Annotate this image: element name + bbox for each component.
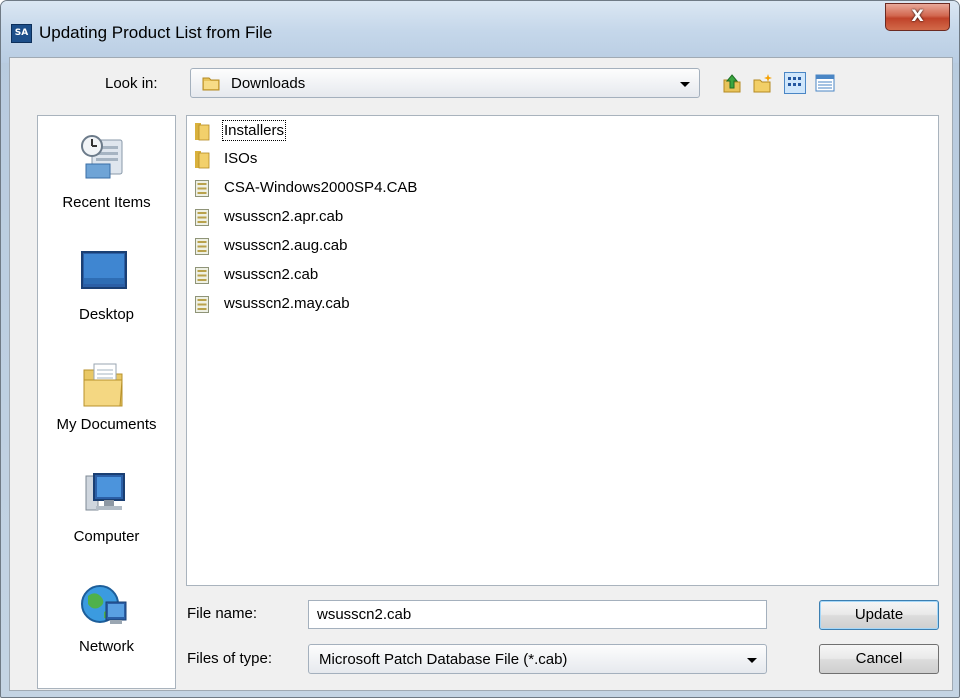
file-type-dropdown[interactable]: Microsoft Patch Database File (*.cab) — [308, 644, 767, 674]
file-name: wsusscn2.may.cab — [224, 295, 350, 312]
file-name: wsusscn2.aug.cab — [224, 237, 348, 254]
cancel-button[interactable]: Cancel — [819, 644, 939, 674]
file-name-input[interactable]: wsusscn2.cab — [308, 600, 767, 629]
file-name: wsusscn2.apr.cab — [224, 208, 344, 225]
network-icon — [81, 585, 127, 624]
details-view-icon[interactable] — [814, 72, 836, 94]
cab-file-icon — [195, 209, 209, 226]
file-name: Installers — [221, 120, 287, 141]
chevron-down-icon[interactable] — [680, 82, 690, 87]
file-type-value: Microsoft Patch Database File (*.cab) — [319, 651, 568, 668]
update-button[interactable]: Update — [819, 600, 939, 630]
cab-file-icon — [195, 180, 209, 197]
app-icon: SA — [11, 24, 32, 43]
list-view-icon[interactable] — [784, 72, 806, 94]
place-label: Network — [78, 638, 134, 655]
look-in-dropdown[interactable]: Downloads — [190, 68, 700, 98]
file-name: ISOs — [224, 150, 258, 167]
file-type-label: Files of type: — [187, 650, 273, 667]
cab-file-icon — [195, 238, 209, 255]
file-name: wsusscn2.cab — [224, 266, 319, 283]
close-button[interactable]: X — [885, 3, 950, 31]
file-name-label: File name: — [187, 605, 258, 622]
cab-file-icon — [195, 267, 209, 284]
place-desktop[interactable]: Desktop — [38, 248, 177, 338]
place-recent-items[interactable]: Recent Items — [38, 134, 177, 224]
place-computer[interactable]: Computer — [38, 470, 177, 560]
new-folder-icon[interactable] — [752, 72, 774, 94]
look-in-label: Look in: — [105, 75, 158, 92]
place-network[interactable]: Network — [38, 582, 177, 672]
place-label: My Documents — [56, 416, 157, 433]
cab-file-icon — [195, 296, 209, 313]
my-documents-icon — [83, 363, 123, 407]
places-bar: Recent Items Desktop My Documents Comput… — [37, 115, 176, 689]
folder-icon — [195, 123, 210, 141]
place-my-documents[interactable]: My Documents — [38, 360, 177, 450]
computer-icon — [85, 473, 125, 511]
recent-items-icon — [81, 135, 123, 179]
folder-icon — [202, 77, 220, 91]
up-one-level-icon[interactable] — [721, 72, 743, 94]
title-bar[interactable]: SA Updating Product List from File X — [1, 1, 959, 63]
place-label: Computer — [73, 528, 140, 545]
look-in-value: Downloads — [231, 75, 306, 92]
window-title: Updating Product List from File — [39, 23, 273, 42]
chevron-down-icon[interactable] — [747, 658, 757, 663]
folder-icon — [195, 151, 210, 169]
dialog-window: SA Updating Product List from File X Loo… — [0, 0, 960, 698]
place-label: Desktop — [78, 306, 135, 323]
desktop-icon — [81, 251, 127, 289]
file-list[interactable]: Installers ISOs CSA-Windows2000SP4.CAB w… — [186, 115, 939, 586]
file-name: CSA-Windows2000SP4.CAB — [224, 179, 418, 196]
place-label: Recent Items — [62, 194, 151, 211]
